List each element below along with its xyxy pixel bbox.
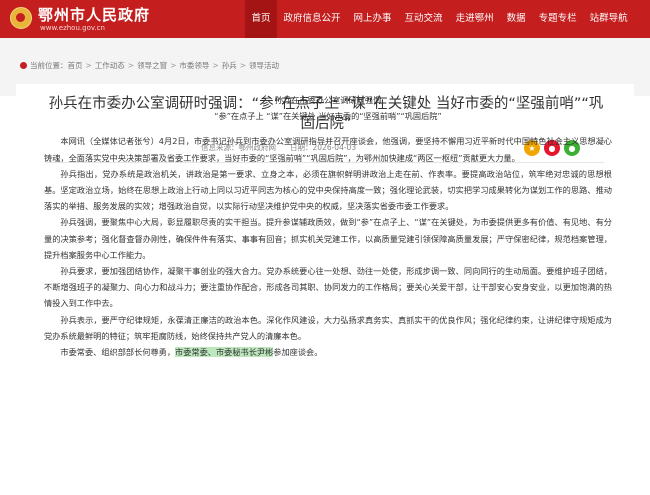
breadcrumb-separator: > <box>212 61 219 70</box>
article-paragraph-attendees: 市委常委、组织部部长何尊勇，市委常委、市委秘书长尹彬参加座谈会。 <box>44 344 612 360</box>
attendees-text: 市委常委、组织部部长何尊勇， <box>60 347 176 358</box>
breadcrumb-party-leaders[interactable]: 市委领导 <box>179 60 209 71</box>
article-paragraph: 孙兵要求，要加强团结协作，凝聚干事创业的强大合力。党办系统要心往一处想、劲往一处… <box>44 266 612 309</box>
breadcrumb-activities[interactable]: 领导活动 <box>249 60 279 71</box>
article-body: 孙兵在市委办公室调研时强调 “参”在点子上 “谋”在关键处 当好市委的“坚强前哨… <box>44 92 612 360</box>
nav-online-service[interactable]: 网上办事 <box>347 0 398 38</box>
breadcrumb-home[interactable]: 当前位置：首页 <box>30 60 83 71</box>
nav-interaction[interactable]: 互动交流 <box>398 0 449 38</box>
highlighted-text: 市委常委、市委秘书长尹彬 <box>175 347 274 358</box>
article-paragraph: 孙兵强调，要聚焦中心大局，彰显履职尽责的实干担当。提升参谋辅政质效，做到“参”在… <box>44 217 612 260</box>
breadcrumb-separator: > <box>170 61 177 70</box>
nav-about-ezhou[interactable]: 走进鄂州 <box>449 0 500 38</box>
breadcrumb-work-news[interactable]: 工作动态 <box>95 60 125 71</box>
site-title[interactable]: 鄂州市人民政府 <box>38 4 150 25</box>
breadcrumb-separator: > <box>85 61 92 70</box>
article-subtitle: 孙兵在市委办公室调研时强调 <box>274 95 382 105</box>
site-url: www.ezhou.gov.cn <box>40 24 105 32</box>
nav-topics[interactable]: 专题专栏 <box>532 0 583 38</box>
main-nav: 首页 政府信息公开 网上办事 互动交流 走进鄂州 数据 专题专栏 站群导航 <box>245 0 634 38</box>
breadcrumb-separator: > <box>127 61 135 70</box>
breadcrumb-separator: > <box>239 61 246 70</box>
nav-home[interactable]: 首页 <box>245 0 278 38</box>
article-paragraph: 本网讯（全媒体记者张兮）4月2日，市委书记孙兵到市委办公室调研指导并召开座谈会，… <box>44 136 612 163</box>
nav-site-group[interactable]: 站群导航 <box>583 0 634 38</box>
attendees-text-end: 参加座谈会。 <box>273 347 323 358</box>
location-icon <box>20 62 27 69</box>
breadcrumb: 当前位置：首页 > 工作动态 > 领导之窗 > 市委领导 > 孙兵 > 领导活动 <box>20 60 279 71</box>
breadcrumb-leader-name[interactable]: 孙兵 <box>222 60 237 71</box>
nav-gov-info[interactable]: 政府信息公开 <box>277 0 347 38</box>
breadcrumb-leaders[interactable]: 领导之窗 <box>137 60 167 71</box>
article-subtitle: “参”在点子上 “谋”在关键处 当好市委的“坚强前哨”“巩固后院” <box>214 111 442 122</box>
site-header: 鄂州市人民政府 www.ezhou.gov.cn 首页 政府信息公开 网上办事 … <box>0 0 650 38</box>
nav-data[interactable]: 数据 <box>500 0 532 38</box>
article-paragraph: 孙兵指出，党办系统是政治机关，讲政治是第一要求、立身之本，必须在旗帜鲜明讲政治上… <box>44 168 612 212</box>
gov-emblem-icon[interactable] <box>10 7 32 29</box>
article-paragraph: 孙兵表示，要严守纪律规矩，永葆清正廉洁的政治本色。深化作风建设，大力弘扬求真务实… <box>44 314 612 341</box>
